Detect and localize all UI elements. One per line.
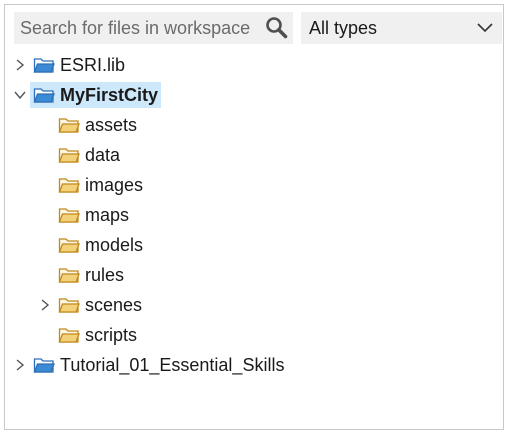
yellow-folder-icon bbox=[58, 265, 80, 285]
workspace-navigator-panel: All types ESRI.lib bbox=[4, 4, 504, 430]
yellow-folder-icon bbox=[58, 115, 80, 135]
search-input[interactable] bbox=[14, 12, 260, 44]
chevron-right-icon[interactable] bbox=[13, 58, 27, 72]
tree-item-scenes[interactable]: scenes bbox=[5, 291, 503, 319]
blue-folder-icon bbox=[33, 85, 55, 105]
yellow-folder-icon bbox=[58, 325, 80, 345]
tree-item-data[interactable]: data bbox=[5, 141, 503, 169]
tree-item-label: ESRI.lib bbox=[60, 55, 126, 75]
tree-item-label: rules bbox=[85, 265, 125, 285]
file-type-filter-value: All types bbox=[309, 18, 378, 38]
tree-item-label: Tutorial_01_Essential_Skills bbox=[60, 355, 285, 375]
yellow-folder-icon bbox=[58, 145, 80, 165]
tree-item-label: assets bbox=[85, 115, 138, 135]
tree-item-label: maps bbox=[85, 205, 130, 225]
tree-item-images[interactable]: images bbox=[5, 171, 503, 199]
tree-item-label: scripts bbox=[85, 325, 138, 345]
tree-item-label: images bbox=[85, 175, 144, 195]
blue-folder-icon bbox=[33, 355, 55, 375]
navigator-toolbar: All types bbox=[14, 12, 502, 44]
tree-item-myfirstcity[interactable]: MyFirstCity bbox=[5, 81, 503, 109]
tree-item-assets[interactable]: assets bbox=[5, 111, 503, 139]
tree-item-rules[interactable]: rules bbox=[5, 261, 503, 289]
tree-item-label: models bbox=[85, 235, 144, 255]
search-icon[interactable] bbox=[264, 16, 290, 40]
yellow-folder-icon bbox=[58, 235, 80, 255]
chevron-down-icon bbox=[476, 20, 494, 36]
tree-item-maps[interactable]: maps bbox=[5, 201, 503, 229]
file-type-filter-dropdown[interactable]: All types bbox=[301, 12, 502, 44]
yellow-folder-icon bbox=[58, 175, 80, 195]
yellow-folder-icon bbox=[58, 295, 80, 315]
yellow-folder-icon bbox=[58, 205, 80, 225]
blue-folder-icon bbox=[33, 55, 55, 75]
tree-item-label: MyFirstCity bbox=[60, 85, 159, 105]
chevron-right-icon[interactable] bbox=[13, 358, 27, 372]
chevron-right-icon[interactable] bbox=[38, 298, 52, 312]
tree-item-scripts[interactable]: scripts bbox=[5, 321, 503, 349]
tree-item-label: scenes bbox=[85, 295, 143, 315]
search-box bbox=[14, 12, 293, 44]
tree-item-tutorial-01[interactable]: Tutorial_01_Essential_Skills bbox=[5, 351, 503, 379]
tree-item-label: data bbox=[85, 145, 121, 165]
tree-item-models[interactable]: models bbox=[5, 231, 503, 259]
chevron-down-icon[interactable] bbox=[13, 88, 27, 102]
tree-item-esri-lib[interactable]: ESRI.lib bbox=[5, 51, 503, 79]
